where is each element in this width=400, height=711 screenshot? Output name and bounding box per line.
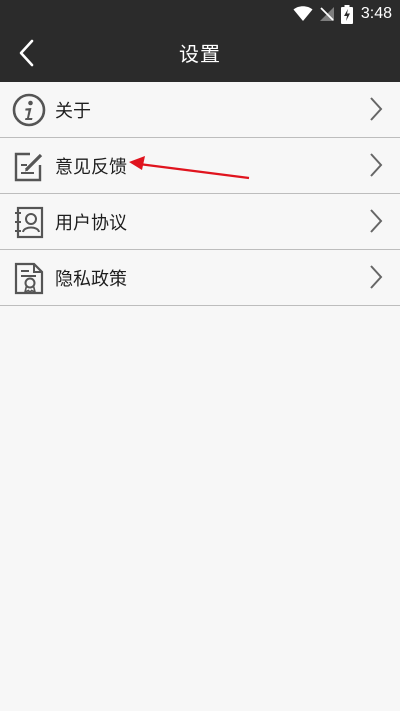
menu-item-user-agreement[interactable]: 用户协议 bbox=[0, 194, 400, 250]
status-icons: 3:48 bbox=[293, 3, 392, 25]
page-title: 设置 bbox=[179, 42, 221, 66]
chevron-right-icon bbox=[370, 153, 383, 177]
menu-item-label: 隐私政策 bbox=[55, 268, 127, 290]
no-signal-icon bbox=[319, 6, 335, 22]
battery-charging-icon bbox=[340, 4, 353, 24]
status-clock: 3:48 bbox=[360, 5, 392, 22]
menu-item-label: 意见反馈 bbox=[55, 156, 127, 178]
menu-item-label: 关于 bbox=[55, 100, 91, 122]
menu-item-privacy-policy[interactable]: 隐私政策 bbox=[0, 250, 400, 306]
status-bar: 3:48 bbox=[0, 0, 400, 27]
chevron-right-icon bbox=[370, 209, 383, 233]
settings-menu: 关于 意见反馈 用户协议 隐私政策 bbox=[0, 82, 400, 306]
edit-feedback-icon bbox=[11, 146, 47, 186]
app-header: 设置 bbox=[0, 27, 400, 82]
info-icon bbox=[11, 90, 47, 130]
chevron-right-icon bbox=[370, 97, 383, 121]
wifi-icon bbox=[293, 6, 313, 22]
menu-item-label: 用户协议 bbox=[55, 212, 127, 234]
menu-item-about[interactable]: 关于 bbox=[0, 82, 400, 138]
privacy-certificate-icon bbox=[11, 258, 47, 298]
user-agreement-icon bbox=[11, 202, 47, 242]
chevron-right-icon bbox=[370, 265, 383, 289]
menu-item-feedback[interactable]: 意见反馈 bbox=[0, 138, 400, 194]
